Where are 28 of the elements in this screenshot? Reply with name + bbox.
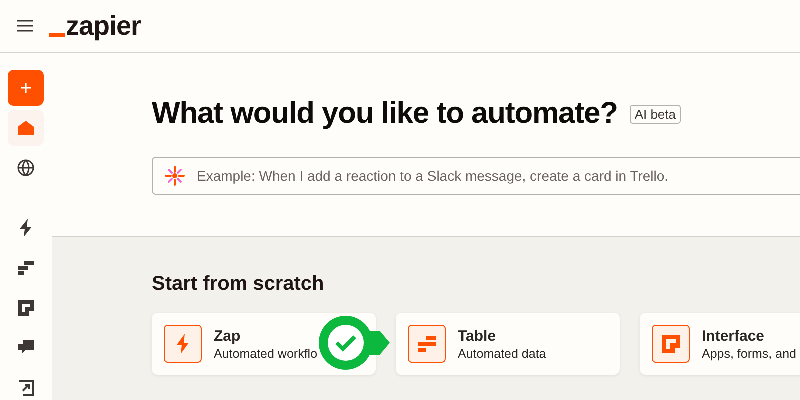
lightning-icon <box>19 219 33 237</box>
create-card[interactable]: Table Automated data <box>396 313 620 375</box>
chat-icon <box>18 340 34 356</box>
card-subtitle: Automated data <box>458 346 546 360</box>
card-title: Table <box>458 328 498 344</box>
sparkle-icon <box>165 166 185 186</box>
card-subtitle: Automated workflo <box>214 346 318 360</box>
interface-icon <box>662 335 680 353</box>
canvas-icon <box>18 380 34 396</box>
lightning-icon <box>176 334 190 354</box>
create-button[interactable] <box>8 70 44 106</box>
prompt-field[interactable]: Example: When I add a reaction to a Slack message, create a card in Trello. <box>195 167 800 185</box>
globe-icon <box>17 159 35 177</box>
page-title: What would you like to automate? <box>152 97 618 131</box>
interface-icon <box>18 300 34 316</box>
prompt-box[interactable]: Example: When I add a reaction to a Slack message, create a card in Trello. <box>152 157 800 195</box>
menu-icon[interactable] <box>17 20 33 32</box>
card-title: Zap <box>214 328 242 344</box>
ai-beta-badge: AI beta <box>630 104 682 124</box>
section-title: Start from scratch <box>152 273 326 296</box>
create-card[interactable]: Interface Apps, forms, and <box>640 313 800 375</box>
table-icon <box>418 336 436 352</box>
card-title: Interface <box>702 328 766 344</box>
card-subtitle: Apps, forms, and <box>702 346 796 360</box>
plus-icon <box>20 82 32 94</box>
logo[interactable]: zapier <box>49 10 142 42</box>
table-icon <box>18 261 34 275</box>
home-icon <box>17 120 35 136</box>
